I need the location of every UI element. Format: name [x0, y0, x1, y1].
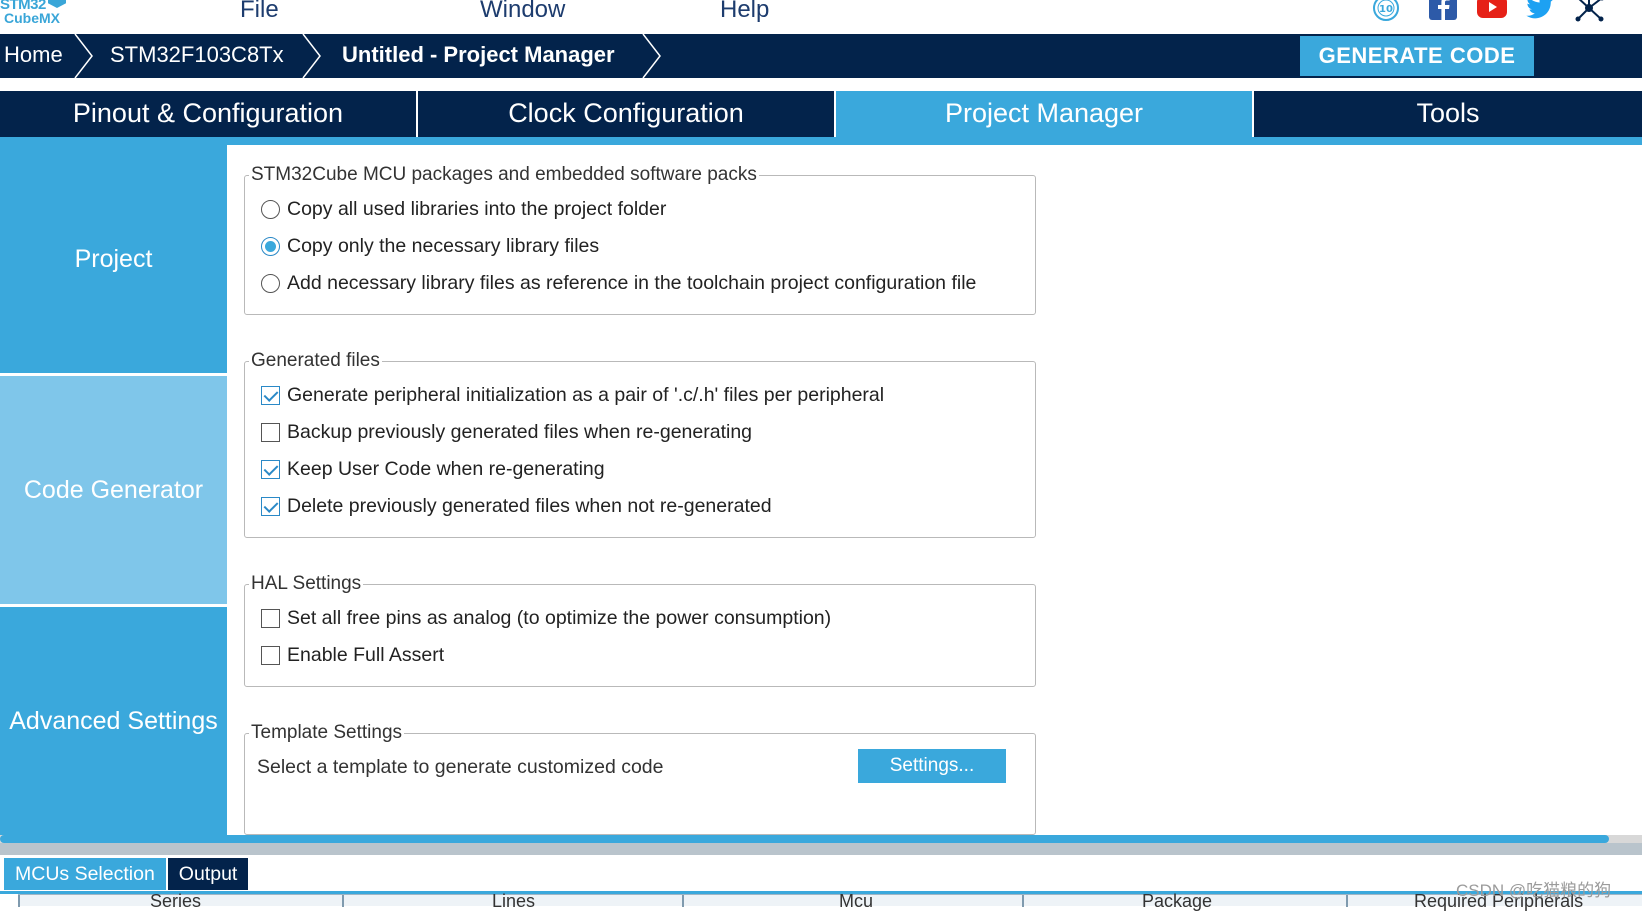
column-header-lines[interactable]: Lines: [342, 891, 682, 911]
generated-files-group: Generated files Generate peripheral init…: [244, 350, 1036, 538]
radio-copy-necessary-files[interactable]: Copy only the necessary library files: [261, 235, 599, 258]
menu-help[interactable]: Help: [720, 0, 769, 24]
menu-file[interactable]: File: [240, 0, 279, 24]
generate-code-button[interactable]: GENERATE CODE: [1300, 36, 1534, 76]
youtube-icon[interactable]: [1475, 0, 1509, 22]
tab-project-manager[interactable]: Project Manager: [836, 91, 1254, 137]
radio-button[interactable]: [261, 274, 280, 293]
tab-underline: [0, 137, 1642, 145]
side-nav: Project Code Generator Advanced Settings: [0, 145, 227, 835]
checkbox-delete-generated-files[interactable]: Delete previously generated files when n…: [261, 495, 772, 518]
bottom-tabs: MCUs Selection Output: [0, 858, 249, 892]
svg-text:10: 10: [1379, 4, 1393, 15]
horizontal-scrollbar[interactable]: [0, 835, 1642, 843]
breadcrumb-home[interactable]: Home: [4, 34, 63, 78]
checkbox[interactable]: [261, 646, 280, 665]
chevron-right-icon: [302, 34, 321, 78]
sidebar-item-advanced-settings[interactable]: Advanced Settings: [0, 607, 227, 835]
tab-tools[interactable]: Tools: [1254, 91, 1642, 137]
checkbox-keep-user-code[interactable]: Keep User Code when re-generating: [261, 458, 605, 481]
tab-pinout-configuration[interactable]: Pinout & Configuration: [0, 91, 418, 137]
stm32cubemx-logo: STM32 CubeMX: [0, 0, 70, 30]
radio-add-as-reference[interactable]: Add necessary library files as reference…: [261, 272, 976, 295]
column-header-mcu[interactable]: Mcu: [682, 891, 1022, 911]
watermark: CSDN @吃猫粮的狗: [1456, 881, 1612, 900]
tab-mcus-selection[interactable]: MCUs Selection: [4, 858, 166, 890]
checkbox[interactable]: [261, 423, 280, 442]
radio-button[interactable]: [261, 200, 280, 219]
tab-output[interactable]: Output: [167, 858, 249, 890]
chevron-right-icon: [642, 34, 661, 78]
sidebar-item-project[interactable]: Project: [0, 145, 227, 373]
generated-files-title: Generated files: [249, 350, 382, 372]
hal-settings-title: HAL Settings: [249, 573, 364, 595]
panel-splitter[interactable]: [0, 843, 1642, 855]
sidebar-item-code-generator[interactable]: Code Generator: [0, 376, 227, 604]
hal-settings-group: HAL Settings Set all free pins as analog…: [244, 573, 1036, 687]
main-tabs: Pinout & Configuration Clock Configurati…: [0, 91, 1642, 137]
template-settings-group: Template Settings Select a template to g…: [244, 722, 1036, 835]
checkbox-enable-full-assert[interactable]: Enable Full Assert: [261, 644, 444, 667]
anniversary-10-icon[interactable]: 10: [1369, 0, 1403, 22]
cube-icon: [48, 0, 66, 8]
checkbox-backup-generated-files[interactable]: Backup previously generated files when r…: [261, 421, 752, 444]
packages-title: STM32Cube MCU packages and embedded soft…: [249, 164, 759, 186]
checkbox-free-pins-analog[interactable]: Set all free pins as analog (to optimize…: [261, 607, 831, 630]
menu-bar: STM32 CubeMX File Window Help 10: [0, 0, 1642, 34]
network-icon[interactable]: [1572, 0, 1606, 22]
breadcrumb-mcu[interactable]: STM32F103C8Tx: [110, 34, 284, 78]
scrollbar-thumb[interactable]: [0, 835, 1610, 843]
breadcrumb-project[interactable]: Untitled - Project Manager: [342, 34, 615, 78]
checkbox[interactable]: [261, 460, 280, 479]
template-settings-title: Template Settings: [249, 722, 405, 744]
menu-window[interactable]: Window: [480, 0, 565, 24]
checkbox[interactable]: [261, 386, 280, 405]
settings-button[interactable]: Settings...: [858, 749, 1006, 783]
packages-group: STM32Cube MCU packages and embedded soft…: [244, 164, 1036, 315]
checkbox-generate-peripheral-pair[interactable]: Generate peripheral initialization as a …: [261, 384, 884, 407]
facebook-icon[interactable]: [1426, 0, 1460, 22]
template-description: Select a template to generate customized…: [257, 756, 664, 778]
checkbox[interactable]: [261, 497, 280, 516]
column-header-package[interactable]: Package: [1022, 891, 1346, 911]
tab-clock-configuration[interactable]: Clock Configuration: [418, 91, 836, 137]
mcu-table-header: Series Lines Mcu Package Required Periph…: [18, 891, 1642, 911]
twitter-icon[interactable]: [1523, 0, 1557, 22]
radio-button[interactable]: [261, 237, 280, 256]
radio-copy-all-libraries[interactable]: Copy all used libraries into the project…: [261, 198, 666, 221]
column-header-series[interactable]: Series: [18, 891, 342, 911]
chevron-right-icon: [74, 34, 93, 78]
checkbox[interactable]: [261, 609, 280, 628]
